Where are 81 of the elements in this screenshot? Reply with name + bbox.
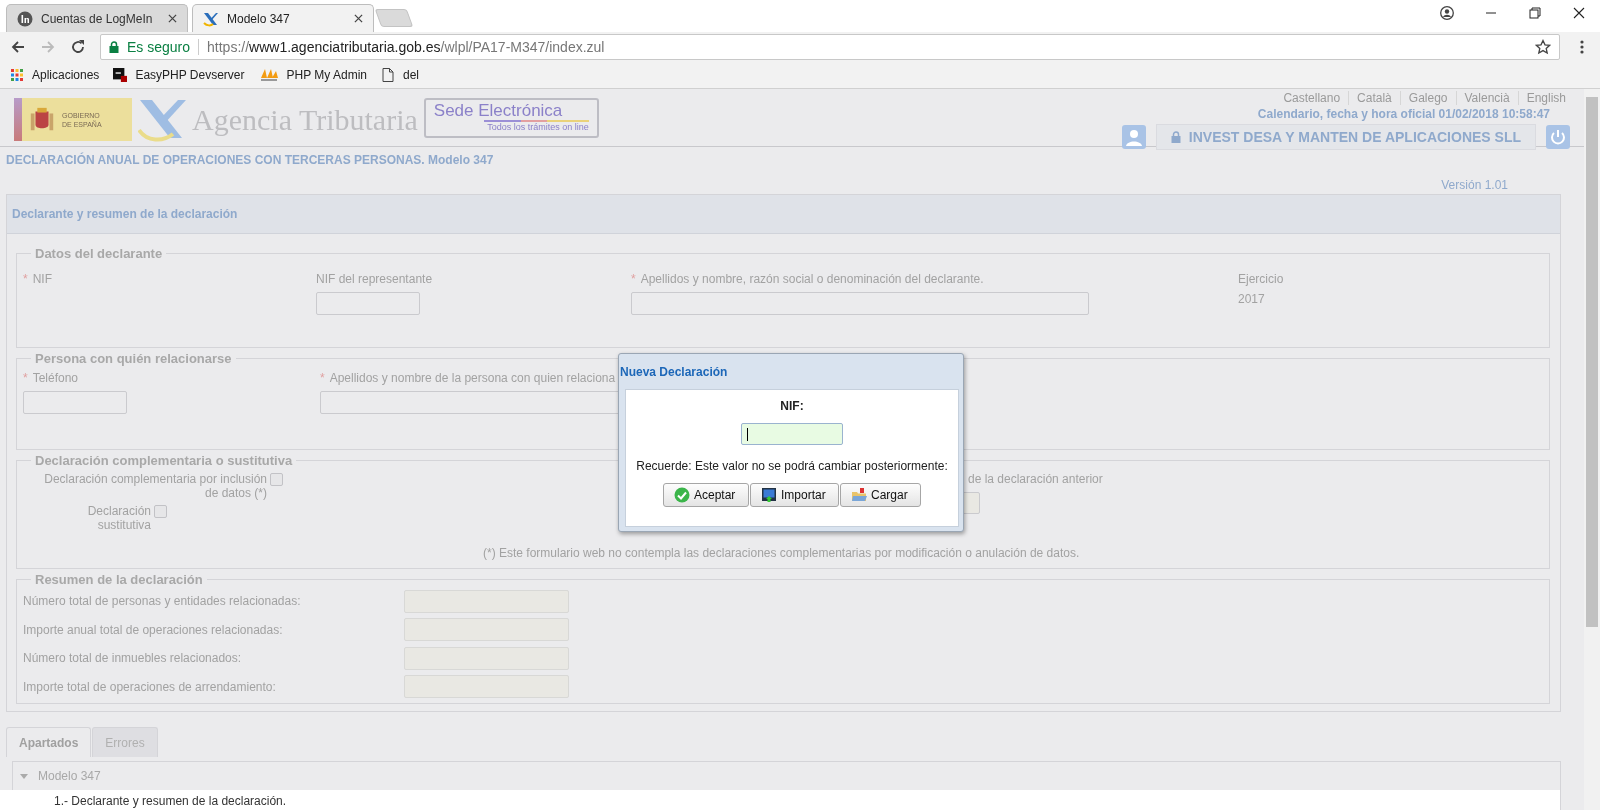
section-legend: Declaración complementaria o sustitutiva (31, 453, 297, 468)
user-icon[interactable] (1121, 125, 1146, 149)
dialog-note: Recuerde: Este valor no se podrá cambiar posteriormente: (636, 459, 948, 473)
user-name: INVEST DESA Y MANTEN DE APLICACIONES SLL (1188, 129, 1521, 145)
bookmark[interactable]: EasyPHP Devserver (113, 68, 245, 82)
check-icon (674, 487, 690, 503)
tree-label: Modelo 347 (38, 769, 101, 783)
power-icon[interactable] (1546, 125, 1570, 149)
forward-icon[interactable] (40, 39, 56, 55)
square-logo-icon (113, 68, 128, 82)
required-mark: * (23, 371, 28, 385)
footnote: (*) Este formulario web no contempla las declaraciones complementarias por modificación o anulación de datos. (483, 546, 1081, 560)
folder-icon (851, 487, 867, 503)
input-field[interactable] (23, 391, 127, 414)
lock-icon (1170, 131, 1181, 143)
field-label: Importe anual total de operaciones relacionadas: (23, 622, 284, 637)
section-legend: Persona con quién relacionarse (31, 351, 236, 366)
dialog-button[interactable]: Cargar (840, 483, 921, 507)
field-label: Apellidos y nombre, razón social o denominación del declarante. (640, 272, 984, 286)
field-label: NIF: (780, 399, 804, 413)
caret-icon[interactable] (20, 772, 28, 780)
checkbox-label: Declaración sustitutiva (86, 504, 151, 532)
bookmark-star-icon[interactable] (1535, 39, 1551, 55)
sede-subtitle: Todos los trámites on line (486, 122, 589, 132)
checkbox-label: Declaración complementaria por inclusión de datos (*) (43, 472, 267, 500)
browser-tab[interactable]: Modelo 347 (192, 4, 374, 32)
field-label: Apellidos y nombre de la persona con quien relaciona (329, 371, 616, 385)
input-field[interactable] (316, 292, 420, 315)
account-icon[interactable] (1440, 6, 1454, 20)
close-icon[interactable] (1572, 6, 1586, 20)
bookmark[interactable]: PHP My Admin (258, 68, 367, 82)
field-label: Ejercicio (1238, 272, 1284, 286)
section-legend: Resumen de la declaración (31, 572, 207, 587)
lock-icon (109, 41, 119, 53)
bookmark[interactable]: Aplicaciones (10, 68, 100, 82)
field-label: Número total de personas y entidades relacionadas: (23, 594, 302, 609)
close-icon[interactable] (354, 14, 363, 23)
reload-icon[interactable] (70, 39, 86, 55)
agency-logo-icon (203, 10, 219, 27)
scrollbar-thumb[interactable] (1586, 97, 1598, 627)
url-text: https://www1.agenciatributaria.gob.es/wlpl/PA17-M347/index.zul (207, 39, 606, 55)
nif-input[interactable] (741, 423, 843, 445)
checkbox[interactable] (270, 473, 283, 486)
page-title: DECLARACIÓN ANUAL DE OPERACIONES CON TERCERAS PERSONAS. Modelo 347 (5, 151, 495, 167)
scrollbar[interactable] (1584, 89, 1600, 810)
field-label: Importe total de operaciones de arrendamiento: (23, 679, 277, 694)
panel-title: Declarante y resumen de la declaración (12, 207, 238, 221)
dialog-title: Nueva Declaración (620, 364, 728, 379)
official-datetime: Calendario, fecha y hora oficial 01/02/2018 10:58:47 (1257, 107, 1550, 121)
close-icon[interactable] (168, 14, 177, 23)
field-label: NIF (32, 272, 52, 286)
field-label: Número total de inmuebles relacionados: (23, 651, 243, 666)
checkbox[interactable] (154, 505, 167, 518)
logmein-icon (17, 10, 33, 27)
input-field[interactable] (631, 292, 1089, 315)
field-label: de la declaración anterior (967, 472, 1103, 486)
sail-icon (258, 68, 279, 82)
section-legend: Datos del declarante (31, 246, 167, 261)
security-label: Es seguro (127, 39, 191, 55)
tree-item[interactable]: 1.- Declarante y resumen de la declaración. (0, 790, 1560, 810)
back-icon[interactable] (10, 39, 26, 55)
dialog-button[interactable]: Aceptar (663, 483, 749, 507)
required-mark: * (631, 272, 636, 286)
field-label: Teléfono (32, 371, 79, 385)
restore-icon[interactable] (1528, 6, 1542, 20)
page-icon (381, 68, 395, 82)
dialog-button[interactable]: Importar (750, 483, 839, 507)
bookmark[interactable]: del (381, 68, 420, 82)
monitor-icon (761, 487, 777, 503)
agency-logo-icon (138, 97, 188, 142)
address-bar[interactable]: Es seguro https://www1.agenciatributaria.gob.es/wlpl/PA17-M347/index.zul (100, 34, 1560, 60)
field-label: NIF del representante (316, 272, 433, 286)
version-text: Versión 1.01 (1440, 177, 1509, 194)
required-mark: * (23, 272, 28, 286)
new-tab-button[interactable] (374, 9, 414, 27)
browser-tab[interactable]: Cuentas de LogMeIn (6, 4, 188, 32)
apps-grid-icon (10, 68, 24, 82)
field-value: 2017 (1238, 292, 1266, 306)
required-mark: * (320, 371, 325, 385)
flag-stripe (14, 98, 22, 141)
sede-title: Sede Electrónica (433, 102, 564, 120)
